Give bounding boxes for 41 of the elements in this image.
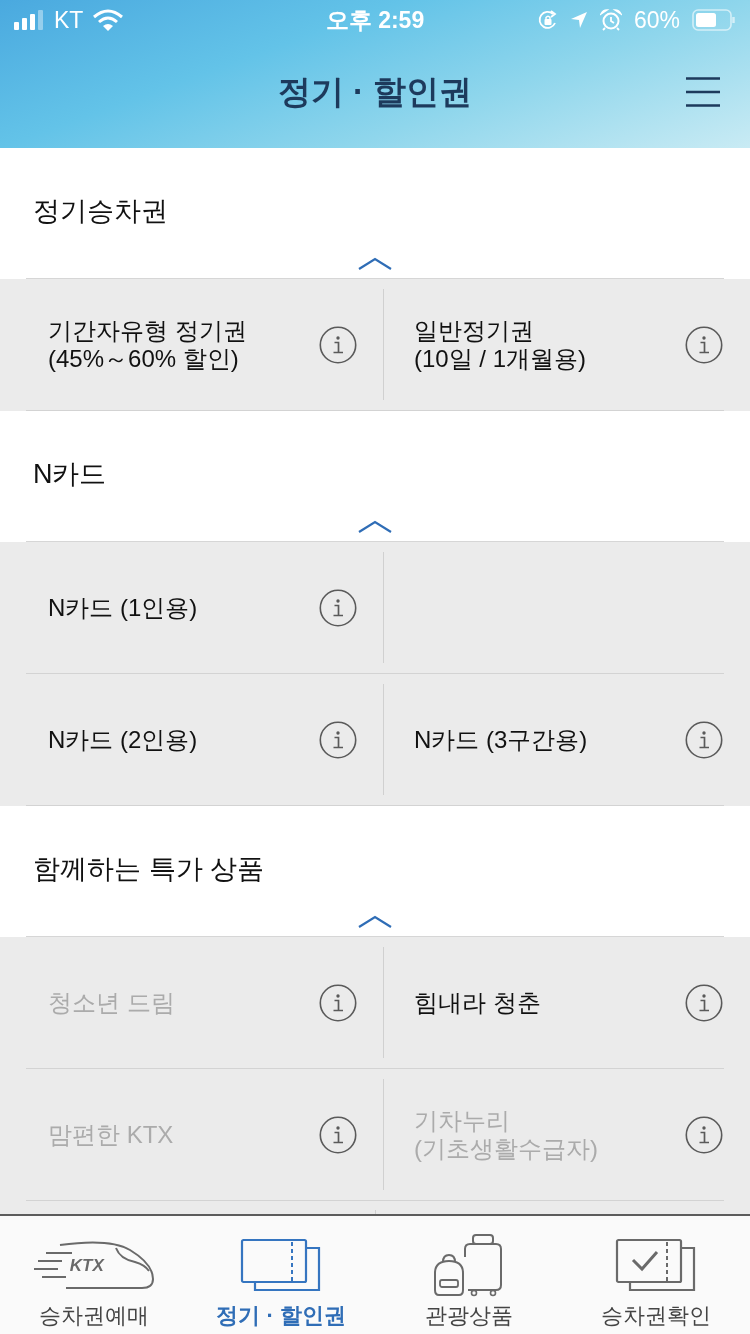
- info-icon[interactable]: [319, 325, 357, 364]
- clock-time: 오후 2:59: [325, 7, 425, 33]
- ticket-option[interactable]: N카드 (1인용): [48, 593, 319, 622]
- luggage-icon: [432, 1233, 505, 1297]
- section-title: 정기승차권: [32, 195, 169, 227]
- tab[interactable]: 정기 · 할인권: [187, 1216, 375, 1334]
- ticket-option[interactable]: 기간자유형 정기권 (45%～60% 할인): [48, 316, 319, 373]
- tab[interactable]: 관광상품: [375, 1216, 563, 1334]
- signal-icon: [14, 10, 44, 30]
- ticket-option[interactable]: 힘내라 청춘: [414, 988, 685, 1017]
- battery-icon: [692, 9, 736, 31]
- ticket-option[interactable]: 일반정기권 (10일 / 1개월용): [414, 316, 685, 373]
- tickets-icon: [240, 1238, 323, 1292]
- chevron-up-icon[interactable]: [358, 257, 392, 270]
- info-icon[interactable]: [319, 983, 357, 1022]
- info-icon[interactable]: [685, 720, 723, 759]
- info-icon[interactable]: [319, 588, 357, 627]
- train-logo-text: KTX: [69, 1257, 104, 1275]
- ticket-option[interactable]: N카드 (3구간용): [414, 725, 685, 754]
- info-icon[interactable]: [685, 983, 723, 1022]
- chevron-up-icon[interactable]: [358, 520, 392, 533]
- section-title: 함께하는 특가 상품: [32, 853, 265, 885]
- location-arrow-icon: [569, 11, 588, 29]
- chevron-up-icon[interactable]: [358, 915, 392, 928]
- info-icon[interactable]: [685, 325, 723, 364]
- tab[interactable]: KTX 승차권예매: [0, 1216, 188, 1334]
- tab[interactable]: 승차권확인: [562, 1216, 750, 1334]
- checked-ticket-icon: [615, 1238, 698, 1292]
- menu-icon[interactable]: [686, 77, 720, 107]
- ticket-option[interactable]: N카드 (2인용): [48, 725, 319, 754]
- rotation-lock-icon: [537, 10, 558, 30]
- carrier-name: KT: [54, 7, 84, 33]
- battery-percent: 60%: [633, 7, 680, 33]
- info-icon[interactable]: [685, 1115, 723, 1154]
- alarm-clock-icon: [599, 9, 622, 31]
- info-icon[interactable]: [319, 720, 357, 759]
- wifi-icon: [93, 9, 124, 31]
- section-title: N카드: [32, 458, 108, 490]
- page-title: 정기 · 할인권: [277, 72, 473, 112]
- info-icon[interactable]: [319, 1115, 357, 1154]
- train-icon: [31, 1240, 156, 1290]
